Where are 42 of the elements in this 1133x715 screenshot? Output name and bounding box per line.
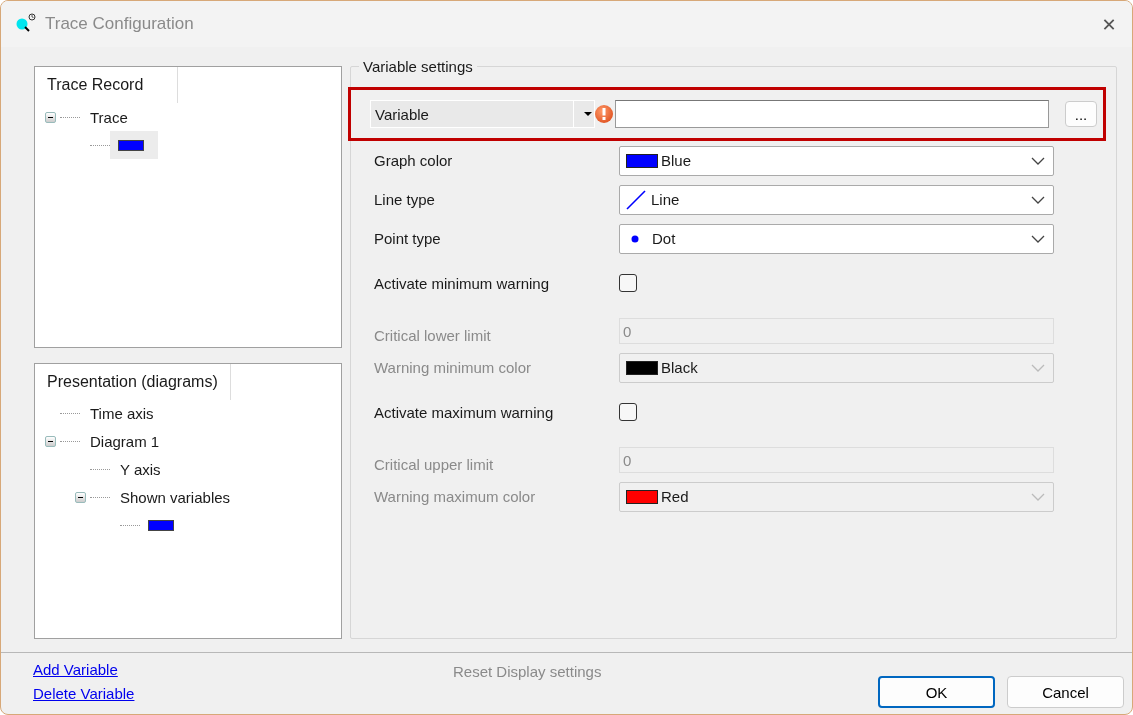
- chevron-down-icon: [1031, 195, 1045, 204]
- tree-item[interactable]: Shown variables: [116, 487, 235, 509]
- field-label: Warning minimum color: [374, 359, 532, 376]
- dot-icon: [631, 234, 639, 243]
- close-button[interactable]: ✕: [1086, 1, 1132, 47]
- field-label: Critical upper limit: [374, 456, 495, 473]
- variable-input[interactable]: [615, 100, 1049, 128]
- chevron-down-icon: [1031, 363, 1045, 372]
- group-title: Variable settings: [359, 58, 477, 75]
- dialog-button[interactable]: OK: [878, 676, 995, 708]
- browse-button[interactable]: ...: [1065, 101, 1097, 127]
- tree-item[interactable]: Diagram 1: [86, 431, 164, 453]
- dialog-button[interactable]: Cancel: [1007, 676, 1124, 708]
- chevron-down-icon: [1031, 492, 1045, 501]
- collapse-icon[interactable]: [45, 111, 56, 123]
- field-label: Graph color: [374, 152, 454, 169]
- field-label: Line type: [374, 191, 436, 208]
- field-label: Warning maximum color: [374, 488, 537, 505]
- line-icon: [626, 189, 646, 210]
- tree-item[interactable]: Time axis: [86, 403, 158, 425]
- window-title: Trace Configuration: [45, 14, 195, 34]
- checkbox[interactable]: [619, 403, 637, 421]
- dropdown[interactable]: Blue: [619, 145, 1054, 176]
- collapse-icon[interactable]: [45, 436, 56, 448]
- chevron-down-icon: [1031, 234, 1045, 243]
- checkbox[interactable]: [619, 274, 637, 292]
- collapse-icon[interactable]: [75, 492, 86, 504]
- link[interactable]: Delete Variable: [33, 685, 135, 702]
- dropdown[interactable]: Dot: [619, 223, 1054, 254]
- tree-header: Presentation (diagrams): [35, 363, 231, 400]
- tree-item[interactable]: [110, 131, 158, 159]
- checkbox-label: Activate maximum warning: [374, 403, 555, 421]
- field-label: Critical lower limit: [374, 327, 492, 344]
- link[interactable]: Add Variable: [33, 661, 118, 678]
- tree-header: Trace Record: [35, 67, 178, 103]
- field-label: Point type: [374, 230, 442, 247]
- chevron-down-icon: [1031, 156, 1045, 165]
- variable-combo[interactable]: Variable: [370, 100, 595, 128]
- tree-item[interactable]: Y axis: [116, 459, 165, 481]
- checkbox-label: Activate minimum warning: [374, 274, 551, 292]
- tree-item[interactable]: Trace: [86, 106, 132, 128]
- dropdown[interactable]: Line: [619, 184, 1054, 215]
